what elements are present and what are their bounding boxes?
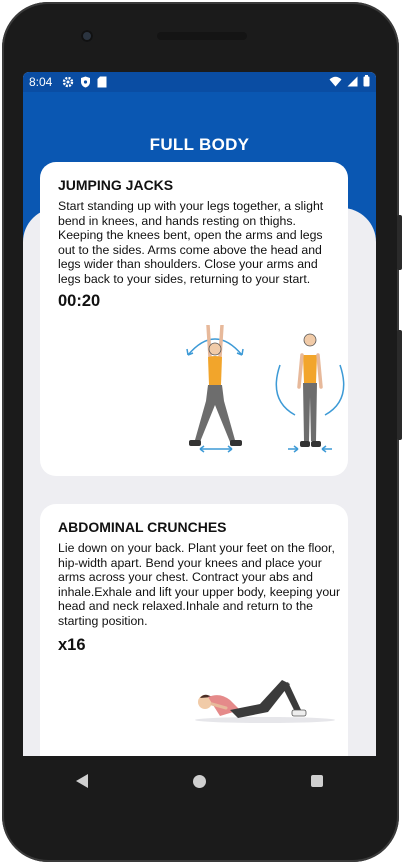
sd-card-icon bbox=[97, 76, 107, 88]
shield-icon bbox=[81, 76, 91, 88]
earpiece-speaker bbox=[157, 32, 247, 40]
volume-button bbox=[397, 330, 402, 440]
crunches-illustration bbox=[195, 680, 335, 723]
wifi-icon bbox=[329, 76, 342, 86]
exercise-title: JUMPING JACKS bbox=[58, 177, 174, 193]
gear-icon bbox=[63, 76, 74, 88]
exercise-duration: 00:20 bbox=[58, 292, 101, 310]
battery-icon bbox=[363, 75, 370, 87]
back-icon[interactable] bbox=[75, 774, 88, 788]
jumping-jacks-illustration bbox=[186, 325, 345, 453]
exercise-card-jumping-jacks[interactable]: JUMPING JACKS Start standing up with you… bbox=[40, 162, 348, 476]
exercise-title: ABDOMINAL CRUNCHES bbox=[58, 519, 227, 535]
system-navigation-bar bbox=[23, 756, 376, 806]
status-time: 8:04 bbox=[29, 75, 53, 89]
exercise-card-abdominal-crunches[interactable]: ABDOMINAL CRUNCHES Lie down on your back… bbox=[40, 504, 348, 756]
home-icon[interactable] bbox=[192, 774, 206, 788]
exercise-description: Lie down on your back. Plant your feet o… bbox=[58, 541, 341, 628]
screen: 8:04 FULL BODY JUMPING JACKS Start stand… bbox=[23, 72, 376, 756]
status-bar: 8:04 bbox=[23, 72, 376, 92]
page-title: FULL BODY bbox=[149, 135, 250, 154]
power-button bbox=[397, 215, 402, 270]
exercise-reps: x16 bbox=[58, 636, 86, 654]
recents-icon[interactable] bbox=[311, 775, 324, 787]
signal-icon bbox=[347, 76, 358, 86]
exercise-description: Start standing up with your legs togethe… bbox=[58, 199, 324, 286]
front-camera bbox=[81, 30, 93, 42]
